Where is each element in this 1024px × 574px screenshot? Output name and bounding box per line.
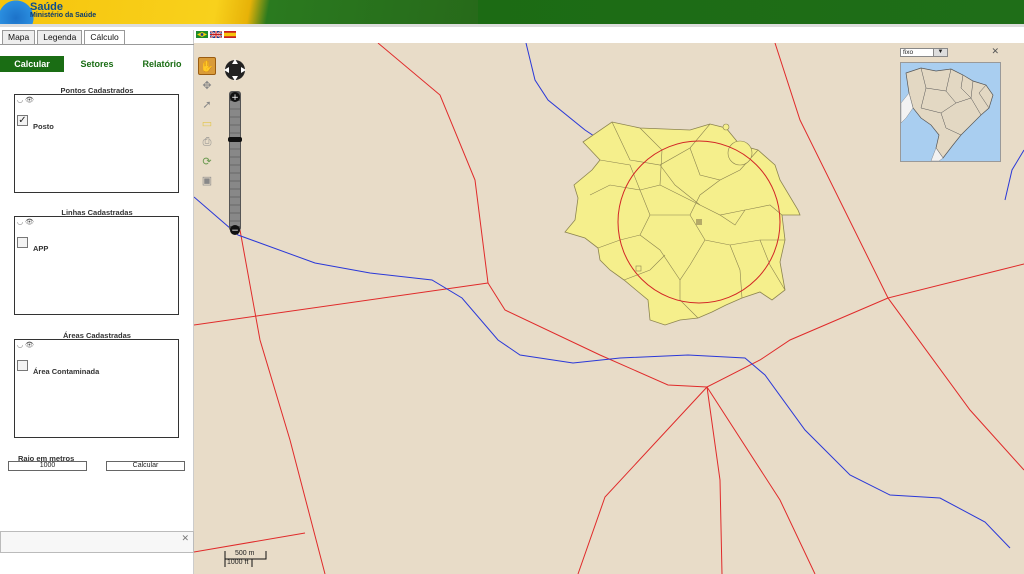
sector-polygons <box>564 121 801 326</box>
visibility-eye-icon[interactable]: ◡ 👁 <box>17 341 34 349</box>
tab-underline <box>0 44 194 45</box>
header-bar: Saúde Ministério da Saúde <box>0 0 1024 27</box>
map-toolbar: ✋ ✥ ➚ ▭ ⎙ ⟳ ▣ <box>198 57 218 190</box>
area-contaminada-label: Área Contaminada <box>33 367 100 376</box>
refresh-icon[interactable]: ⟳ <box>198 152 216 170</box>
language-flags <box>196 31 236 41</box>
left-panel: Mapa Legenda Cálculo Calcular Setores Re… <box>0 30 194 574</box>
chevron-down-icon[interactable]: ▼ <box>933 49 947 56</box>
overview-map: fixo ▼ ✕ <box>900 46 1001 163</box>
area-contaminada-checkbox[interactable] <box>17 360 28 371</box>
tab-calculo[interactable]: Cálculo <box>84 30 125 44</box>
pan-arrows-icon <box>224 59 246 81</box>
info-icon[interactable]: ➚ <box>198 95 216 113</box>
subtab-setores[interactable]: Setores <box>66 56 128 72</box>
posto-label: Posto <box>33 122 54 131</box>
calcular-button[interactable]: Calcular <box>106 461 185 471</box>
zoom-box-icon[interactable]: ✥ <box>198 76 216 94</box>
subtab-calcular[interactable]: Calcular <box>0 56 64 72</box>
print-icon[interactable]: ⎙ <box>198 133 216 151</box>
svg-text:+: + <box>231 93 239 103</box>
visibility-eye-icon[interactable]: ◡ 👁 <box>17 96 34 104</box>
svg-text:−: − <box>231 226 239 236</box>
subtabs: Calcular Setores Relatório <box>0 56 194 74</box>
posto-checkbox[interactable]: ✓ <box>17 115 28 126</box>
areas-box: ◡ 👁 Área Contaminada <box>14 339 179 438</box>
status-panel: ✕ <box>0 531 194 553</box>
zoom-control: + − <box>223 51 247 237</box>
export-icon[interactable]: ▣ <box>198 171 216 189</box>
tab-legenda[interactable]: Legenda <box>37 30 83 44</box>
uk-flag-icon[interactable] <box>210 31 222 38</box>
overview-map-canvas[interactable] <box>900 62 1001 162</box>
scale-metric-label: 500 m <box>235 550 255 557</box>
visibility-eye-icon[interactable]: ◡ 👁 <box>17 218 34 226</box>
close-icon[interactable]: ✕ <box>991 46 999 57</box>
comment-icon[interactable]: ▭ <box>198 114 216 132</box>
logo-subtitle: Ministério da Saúde <box>30 12 97 19</box>
brazil-flag-icon[interactable] <box>196 31 208 38</box>
overview-select[interactable]: fixo ▼ <box>900 48 948 57</box>
panel-tabs: Mapa Legenda Cálculo <box>0 30 127 44</box>
app-checkbox[interactable] <box>17 237 28 248</box>
close-icon[interactable]: ✕ <box>181 533 189 544</box>
scale-bar: 500 m 1000 ft <box>224 549 284 569</box>
app-label: APP <box>33 244 49 253</box>
subtab-relatorio[interactable]: Relatório <box>130 56 194 72</box>
pan-icon[interactable]: ✋ <box>198 57 216 75</box>
raio-input[interactable]: 1000 <box>8 461 87 471</box>
scale-imperial-label: 1000 ft <box>227 559 249 566</box>
linhas-box: ◡ 👁 APP <box>14 216 179 315</box>
spain-flag-icon[interactable] <box>224 31 236 38</box>
pontos-box: ◡ 👁 ✓ Posto <box>14 94 179 193</box>
zoom-slider-handle <box>228 137 242 142</box>
ministerio-logo: Saúde Ministério da Saúde <box>0 0 478 24</box>
tab-mapa[interactable]: Mapa <box>2 30 36 44</box>
